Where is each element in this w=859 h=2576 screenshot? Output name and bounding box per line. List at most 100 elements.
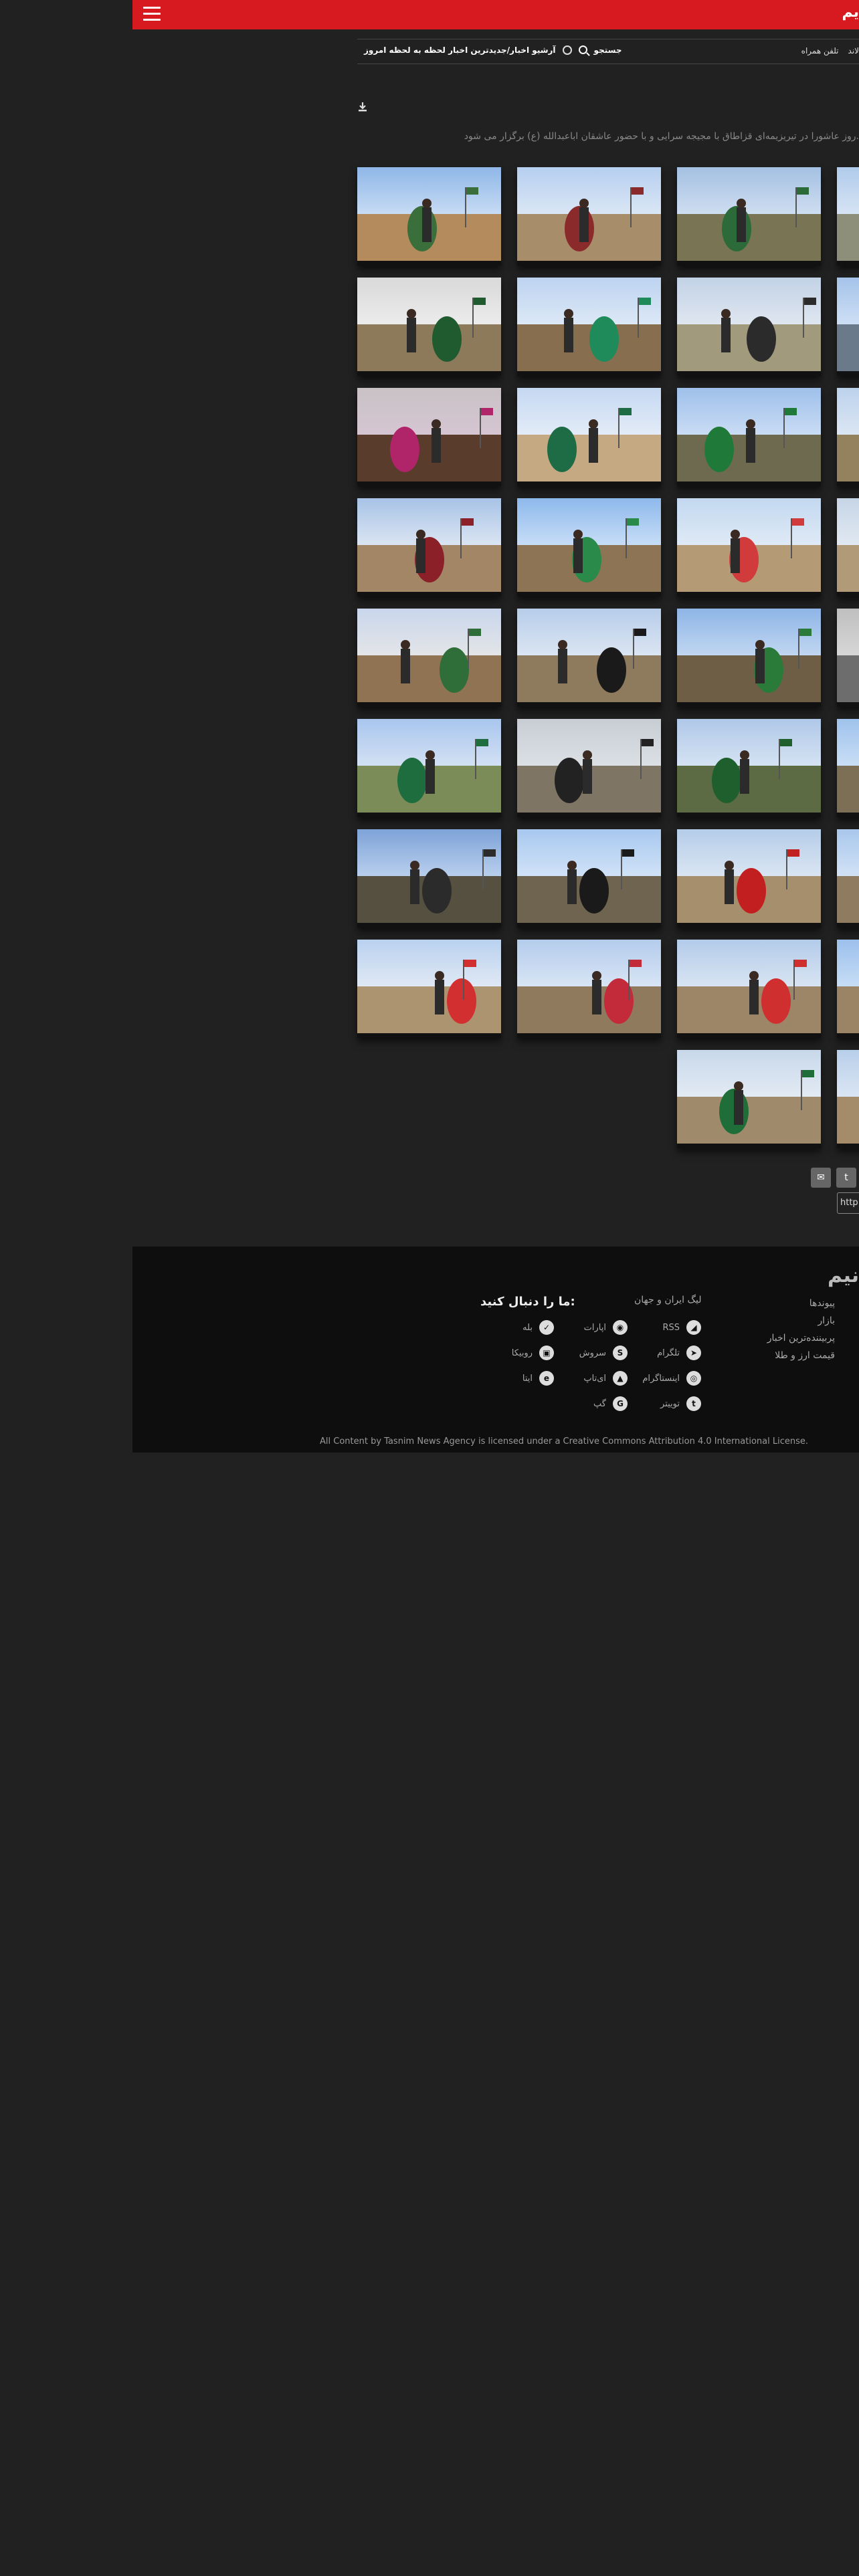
social-link[interactable]: تلگرام ➤	[657, 1346, 701, 1360]
social-link[interactable]: روبیکا ▣	[512, 1346, 554, 1360]
gallery-photo[interactable]	[837, 388, 859, 486]
latest-news-link[interactable]: آرشیو اخبار/جدیدترین اخبار لحظه به لحظه …	[364, 45, 556, 55]
photo-image	[837, 719, 859, 817]
social-icon: ➤	[686, 1346, 701, 1360]
gallery-photo[interactable]	[357, 719, 501, 817]
mail-icon[interactable]: ✉	[811, 1168, 831, 1188]
gallery-photo[interactable]	[837, 498, 859, 597]
photo-image	[837, 609, 859, 707]
gallery-photo[interactable]	[517, 940, 661, 1038]
top-bar: یم	[132, 0, 859, 29]
gallery-photo[interactable]	[677, 1050, 821, 1148]
gallery-photo[interactable]	[517, 829, 661, 928]
social-link[interactable]: سروش S	[579, 1346, 628, 1360]
social-link[interactable]: اینستاگرام ◎	[642, 1371, 701, 1386]
social-icon: ◉	[613, 1320, 628, 1335]
gallery-photo[interactable]	[837, 609, 859, 707]
download-icon[interactable]	[357, 102, 368, 112]
footer-link[interactable]: قیمت ارز و طلا	[767, 1347, 835, 1364]
social-icon: t	[686, 1396, 701, 1411]
gallery-photo[interactable]	[517, 719, 661, 817]
gallery-photo[interactable]	[517, 498, 661, 597]
social-label: سروش	[579, 1348, 606, 1358]
gallery-photo[interactable]	[517, 388, 661, 486]
gallery-photo[interactable]	[357, 167, 501, 265]
twitter-icon[interactable]: t	[836, 1168, 856, 1188]
photo-image	[677, 940, 821, 1038]
gallery-photo[interactable]	[837, 1050, 859, 1148]
footer-link[interactable]: پیوندها	[767, 1295, 835, 1312]
search-icon[interactable]	[578, 45, 587, 54]
gallery-photo[interactable]	[517, 609, 661, 707]
follow-title: ما را دنبال کنید:	[480, 1295, 575, 1309]
gallery-photo[interactable]	[517, 278, 661, 376]
gallery-photo[interactable]	[837, 829, 859, 928]
footer: نیم پیوندها بازار پربیننده‌ترین اخبار قیمت …	[132, 1247, 859, 1453]
gallery-photo[interactable]	[677, 609, 821, 707]
gallery-photo[interactable]	[837, 940, 859, 1038]
photo-image	[837, 278, 859, 376]
gallery-photo[interactable]	[357, 278, 501, 376]
social-link[interactable]: گپ G	[593, 1396, 628, 1411]
footer-league-link[interactable]: لیگ ایران و جهان	[634, 1295, 701, 1305]
social-icon: ▣	[539, 1346, 554, 1360]
social-link[interactable]: اپارات ◉	[584, 1320, 628, 1335]
photo-image	[517, 278, 661, 376]
clock-icon	[562, 45, 572, 55]
gallery-photo[interactable]	[677, 498, 821, 597]
photo-image	[517, 498, 661, 597]
share-buttons: ✉ t	[811, 1168, 856, 1188]
gallery-photo[interactable]	[677, 388, 821, 486]
social-label: ای‌تاپ	[583, 1373, 606, 1384]
search-link[interactable]: جستجو	[594, 45, 622, 55]
social-icon: ◢	[686, 1320, 701, 1335]
mobile-link[interactable]: تلفن همراه	[801, 46, 839, 56]
gallery-photo[interactable]	[837, 278, 859, 376]
social-link[interactable]: ایتا e	[522, 1371, 554, 1386]
footer-link[interactable]: بازار	[767, 1312, 835, 1329]
photo-image	[517, 829, 661, 928]
social-link[interactable]: بله ✓	[522, 1320, 554, 1335]
gallery-photo[interactable]	[677, 278, 821, 376]
gallery-photo[interactable]	[677, 829, 821, 928]
photo-image	[837, 829, 859, 928]
gallery-photo[interactable]	[517, 167, 661, 265]
social-link[interactable]: RSS ◢	[662, 1320, 701, 1335]
gallery-photo[interactable]	[357, 388, 501, 486]
gallery-photo[interactable]	[677, 940, 821, 1038]
gallery-photo[interactable]	[357, 829, 501, 928]
sub-navigation: آرشیو اخبار/جدیدترین اخبار لحظه به لحظه …	[357, 39, 859, 64]
hamburger-icon[interactable]	[143, 7, 161, 21]
social-label: اپارات	[583, 1322, 606, 1333]
gallery-photo[interactable]	[837, 719, 859, 817]
gallery-photo[interactable]	[357, 498, 501, 597]
social-label: RSS	[662, 1322, 680, 1333]
gallery-photo[interactable]	[357, 940, 501, 1038]
gallery-photo[interactable]	[837, 167, 859, 265]
footer-brand: نیم	[827, 1264, 859, 1287]
photo-image	[357, 940, 501, 1038]
photo-image	[517, 609, 661, 707]
footer-link[interactable]: پربیننده‌ترین اخبار	[767, 1329, 835, 1347]
photo-image	[357, 829, 501, 928]
social-link[interactable]: توییتر t	[660, 1396, 701, 1411]
photo-image	[837, 167, 859, 265]
app-link[interactable]: لاند	[848, 46, 859, 56]
photo-image	[517, 940, 661, 1038]
photo-image	[357, 719, 501, 817]
gallery-photo[interactable]	[677, 719, 821, 817]
social-icon: S	[613, 1346, 628, 1360]
photo-image	[837, 388, 859, 486]
social-link[interactable]: ای‌تاپ ▲	[583, 1371, 628, 1386]
photo-image	[357, 498, 501, 597]
site-logo[interactable]: یم	[842, 4, 859, 21]
gallery-photo[interactable]	[357, 609, 501, 707]
social-icon: e	[539, 1371, 554, 1386]
gallery-photo[interactable]	[677, 167, 821, 265]
photo-image	[837, 1050, 859, 1148]
share-url-field[interactable]: http	[837, 1192, 859, 1214]
photo-image	[517, 719, 661, 817]
social-label: بله	[522, 1322, 533, 1333]
photo-image	[677, 167, 821, 265]
social-label: ایتا	[522, 1373, 533, 1384]
